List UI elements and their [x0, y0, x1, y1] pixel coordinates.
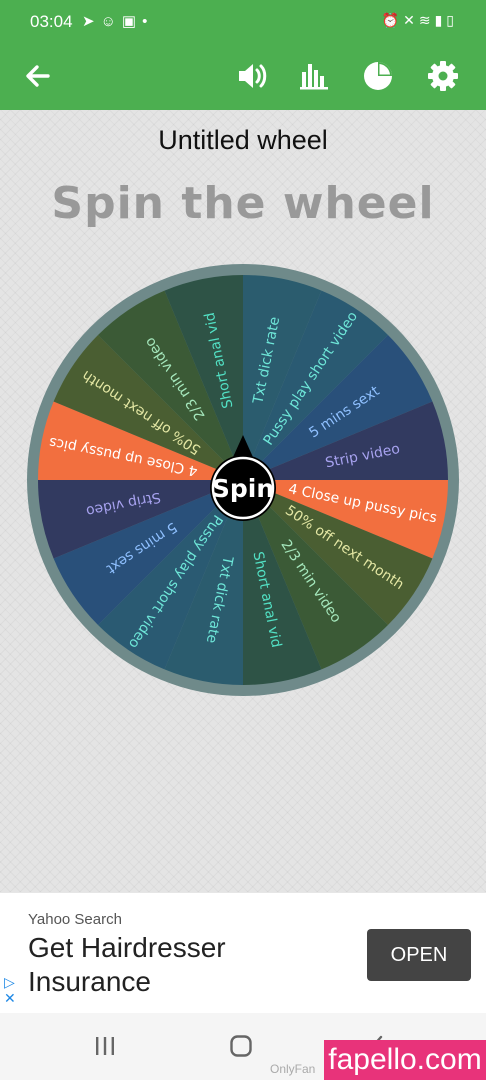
ad-source: Yahoo Search [28, 911, 122, 928]
spin-label: Spin [212, 474, 274, 503]
alarm-icon: ⏰ [381, 12, 404, 28]
battery-icon: ▯ [446, 12, 458, 28]
signal-icon: ▮ [434, 12, 447, 28]
snapchat-icon: ☺ [100, 13, 122, 30]
watermark: fapello.com [324, 1040, 486, 1080]
wheel-title[interactable]: Untitled wheel [0, 125, 486, 156]
back-arrow-icon[interactable] [20, 58, 56, 94]
app-bar [0, 44, 486, 110]
bar-chart-icon[interactable] [296, 58, 332, 94]
pie-chart-icon[interactable] [360, 58, 396, 94]
home-icon[interactable] [228, 1033, 254, 1059]
recent-apps-icon[interactable] [92, 1033, 118, 1059]
ad-banner[interactable]: Yahoo Search Get Hairdresser Insurance O… [0, 893, 486, 1013]
telegram-icon: ➤ [82, 13, 101, 30]
ad-headline[interactable]: Get Hairdresser Insurance [28, 931, 328, 999]
gear-icon[interactable] [425, 58, 461, 94]
dot-icon: • [142, 13, 154, 30]
ad-open-button[interactable]: OPEN [367, 929, 471, 981]
status-bar: 03:04 ➤☺▣• ⏰✕≋▮▯ [0, 0, 486, 44]
ad-choices-icon[interactable]: ▷ ✕ [4, 975, 16, 1007]
wifi-icon: ≋ [418, 12, 435, 28]
watermark-ghost-text: OnlyFan [270, 1062, 316, 1076]
notification-icons: ➤☺▣• [82, 12, 153, 30]
volume-icon[interactable] [234, 58, 270, 94]
wheel[interactable]: Txt dick ratePussy play short video5 min… [0, 260, 486, 700]
headline: Spin the wheel [51, 178, 435, 229]
gallery-icon: ▣ [121, 13, 143, 30]
status-time: 03:04 [30, 12, 73, 31]
system-icons: ⏰✕≋▮▯ [382, 12, 458, 29]
mute-icon: ✕ [403, 12, 419, 28]
